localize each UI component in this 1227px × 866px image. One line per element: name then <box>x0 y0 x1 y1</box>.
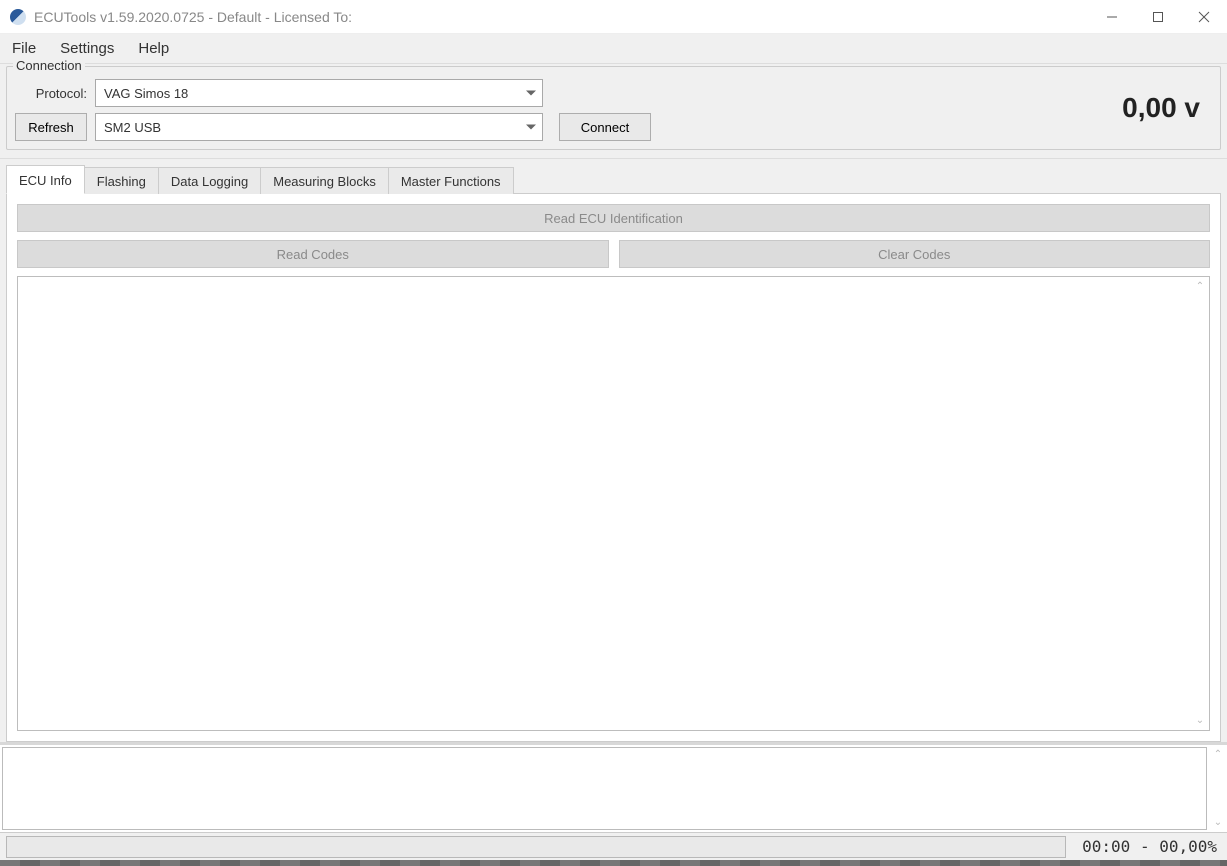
maximize-icon <box>1152 11 1164 23</box>
window-title: ECUTools v1.59.2020.0725 - Default - Lic… <box>34 9 1089 25</box>
scroll-up-icon[interactable]: ⌃ <box>1193 281 1207 292</box>
tab-ecu-info[interactable]: ECU Info <box>6 165 85 194</box>
connection-legend: Connection <box>13 58 85 73</box>
minimize-button[interactable] <box>1089 0 1135 33</box>
tabs-container: ECU Info Flashing Data Logging Measuring… <box>0 159 1227 742</box>
ecu-output-textarea[interactable]: ⌃ ⌄ <box>17 276 1210 731</box>
chevron-down-icon <box>526 91 536 96</box>
protocol-value: VAG Simos 18 <box>104 86 188 101</box>
tab-strip: ECU Info Flashing Data Logging Measuring… <box>6 163 1221 193</box>
app-icon <box>10 9 26 25</box>
minimize-icon <box>1106 11 1118 23</box>
status-text: 00:00 - 00,00% <box>1072 837 1227 856</box>
menu-bar: File Settings Help <box>0 34 1227 64</box>
refresh-button[interactable]: Refresh <box>15 113 87 141</box>
interface-value: SM2 USB <box>104 120 161 135</box>
tab-master-functions[interactable]: Master Functions <box>388 167 514 194</box>
interface-select[interactable]: SM2 USB <box>95 113 543 141</box>
read-ecu-id-button[interactable]: Read ECU Identification <box>17 204 1210 232</box>
log-section: ⌃ ⌄ <box>0 742 1227 832</box>
tab-measuring-blocks[interactable]: Measuring Blocks <box>260 167 389 194</box>
log-textarea[interactable] <box>2 747 1207 830</box>
close-button[interactable] <box>1181 0 1227 33</box>
tab-panel-ecu-info: Read ECU Identification Read Codes Clear… <box>6 193 1221 742</box>
protocol-label: Protocol: <box>15 86 87 101</box>
protocol-select[interactable]: VAG Simos 18 <box>95 79 543 107</box>
maximize-button[interactable] <box>1135 0 1181 33</box>
read-codes-button[interactable]: Read Codes <box>17 240 609 268</box>
connect-button[interactable]: Connect <box>559 113 651 141</box>
scroll-up-icon: ⌃ <box>1214 749 1222 760</box>
connection-section: Connection Protocol: VAG Simos 18 Refres… <box>0 64 1227 159</box>
log-scrollbar[interactable]: ⌃ ⌄ <box>1209 745 1227 832</box>
window-controls <box>1089 0 1227 33</box>
window-resize-strip[interactable] <box>0 860 1227 866</box>
menu-help[interactable]: Help <box>138 40 169 57</box>
menu-settings[interactable]: Settings <box>60 40 114 57</box>
voltage-display: 0,00 v <box>1122 92 1200 124</box>
window-titlebar: ECUTools v1.59.2020.0725 - Default - Lic… <box>0 0 1227 34</box>
scroll-down-icon[interactable]: ⌄ <box>1193 715 1207 726</box>
progress-bar <box>6 836 1066 858</box>
chevron-down-icon <box>526 125 536 130</box>
connection-fieldset: Connection Protocol: VAG Simos 18 Refres… <box>6 66 1221 150</box>
close-icon <box>1198 11 1210 23</box>
clear-codes-button[interactable]: Clear Codes <box>619 240 1211 268</box>
menu-file[interactable]: File <box>12 40 36 57</box>
tab-flashing[interactable]: Flashing <box>84 167 159 194</box>
scroll-down-icon: ⌄ <box>1214 817 1222 828</box>
status-bar: 00:00 - 00,00% <box>0 832 1227 860</box>
tab-data-logging[interactable]: Data Logging <box>158 167 261 194</box>
